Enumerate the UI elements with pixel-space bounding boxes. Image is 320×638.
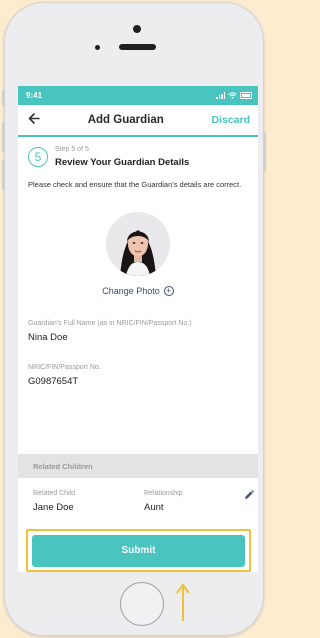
earpiece-speaker (119, 44, 156, 50)
related-children-section-header: Related Children (18, 454, 258, 478)
discard-button[interactable]: Discard (211, 114, 250, 126)
related-child-value: Jane Doe (33, 502, 74, 513)
step-title: Review Your Guardian Details (55, 157, 190, 168)
guardian-id-value: G0987654T (28, 376, 79, 387)
pencil-icon[interactable] (244, 487, 254, 505)
app-header: Add Guardian Discard (18, 105, 258, 137)
wifi-icon (228, 92, 237, 99)
change-photo-button[interactable]: Change Photo + (18, 286, 258, 296)
app-screen: 9:41 Add Guardian Discard 5 Step 5 of 5 (18, 86, 258, 572)
sensor-dot (95, 45, 100, 50)
change-photo-label: Change Photo (102, 286, 160, 296)
step-progress: Step 5 of 5 (55, 146, 89, 153)
home-button[interactable] (120, 582, 164, 626)
mute-switch (2, 90, 5, 106)
plus-circle-icon: + (163, 286, 174, 296)
step-indicator: 5 Step 5 of 5 Review Your Guardian Detai… (18, 137, 258, 168)
step-number-badge: 5 (28, 147, 48, 167)
guardian-name-label: Guardian's Full Name (as in NRIC/FIN/Pas… (28, 320, 192, 327)
page-title: Add Guardian (87, 114, 164, 126)
status-bar: 9:41 (18, 86, 258, 105)
submit-highlight-frame: Submit (26, 529, 251, 572)
relationship-value: Aunt (144, 502, 164, 513)
battery-icon (240, 92, 252, 99)
status-time: 9:41 (26, 91, 43, 100)
volume-up-button (2, 122, 5, 152)
front-camera (133, 25, 141, 33)
related-child-label: Related Child (33, 490, 76, 497)
volume-down-button (2, 160, 5, 190)
guardian-avatar (106, 212, 170, 276)
guardian-id-field: NRIC/FIN/Passport No. G0987654T (18, 364, 258, 387)
signal-icon (216, 92, 225, 99)
pointer-arrow-icon (176, 583, 190, 621)
submit-button[interactable]: Submit (32, 534, 245, 567)
instruction-text: Please check and ensure that the Guardia… (28, 180, 242, 189)
guardian-name-field: Guardian's Full Name (as in NRIC/FIN/Pas… (18, 320, 258, 343)
guardian-id-label: NRIC/FIN/Passport No. (28, 364, 101, 371)
relationship-label: Relationship (144, 490, 183, 497)
guardian-name-value: Nina Doe (28, 332, 68, 343)
phone-frame: 9:41 Add Guardian Discard 5 Step 5 of 5 (2, 2, 266, 636)
power-button (263, 132, 266, 172)
back-arrow-icon[interactable] (28, 112, 40, 128)
